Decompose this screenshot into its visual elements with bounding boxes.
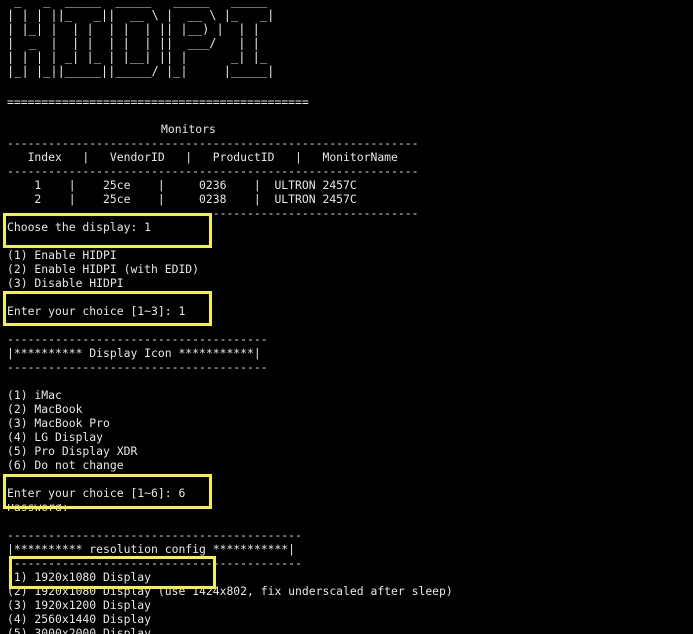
icon-section-rule-bottom: -------------------------------------- [7, 360, 268, 374]
banner-separator: ========================================… [7, 95, 309, 109]
hidpi-option-2: (2) Enable HIDPI (with EDID) [7, 262, 200, 276]
resolution-section-title: |********** resolution config **********… [7, 542, 296, 556]
monitor-row-1: 1 | 25ce | 0236 | ULTRON 2457C [7, 178, 357, 192]
resolution-section-rule-bottom: ----------------------------------------… [7, 556, 302, 570]
password-prompt: Password: [7, 504, 69, 512]
monitors-title: Monitors [161, 122, 216, 136]
icon-option-4: (4) LG Display [7, 430, 104, 444]
resolution-section-rule-top: ----------------------------------------… [7, 528, 302, 542]
icon-option-6: (6) Do not change [7, 458, 124, 472]
monitors-rule-bottom: ----------------------------------------… [7, 206, 419, 220]
resolution-option-2: (2) 1920x1080 Display (use 1424x802, fix… [7, 584, 453, 598]
hidpi-choice-prompt: Enter your choice [1~3]: 1 [7, 304, 186, 318]
monitors-table-header: Index | VendorID | ProductID | MonitorNa… [7, 150, 398, 164]
choose-display-prompt: Choose the display: 1 [7, 220, 152, 234]
icon-option-1: (1) iMac [7, 388, 62, 402]
icon-option-3: (3) MacBook Pro [7, 416, 110, 430]
terminal-window[interactable]: _ _ _____ _____ _____ _____ | | | ||_ _|… [0, 0, 693, 634]
icon-option-2: (2) MacBook [7, 402, 83, 416]
resolution-option-4: (4) 2560x1440 Display [7, 612, 152, 626]
icon-option-5: (5) Pro Display XDR [7, 444, 138, 458]
hidpi-option-3: (3) Disable HIDPI [7, 276, 124, 290]
icon-section-title: |********** Display Icon ***********| [7, 346, 261, 360]
password-line-clip: Password: [0, 504, 120, 512]
resolution-option-3: (3) 1920x1200 Display [7, 598, 152, 612]
hidpi-ascii-banner: _ _ _____ _____ _____ _____ | | | ||_ _|… [7, 0, 275, 78]
icon-section-rule-top: -------------------------------------- [7, 332, 268, 346]
resolution-option-5: (5) 3000x2000 Display [7, 626, 152, 634]
hidpi-option-1: (1) Enable HIDPI [7, 248, 117, 262]
resolution-option-1: (1) 1920x1080 Display [7, 570, 152, 584]
icon-choice-prompt: Enter your choice [1~6]: 6 [7, 486, 186, 500]
monitors-rule-mid: ----------------------------------------… [7, 164, 419, 178]
monitors-rule-top: ----------------------------------------… [7, 136, 419, 150]
monitor-row-2: 2 | 25ce | 0238 | ULTRON 2457C [7, 192, 357, 206]
